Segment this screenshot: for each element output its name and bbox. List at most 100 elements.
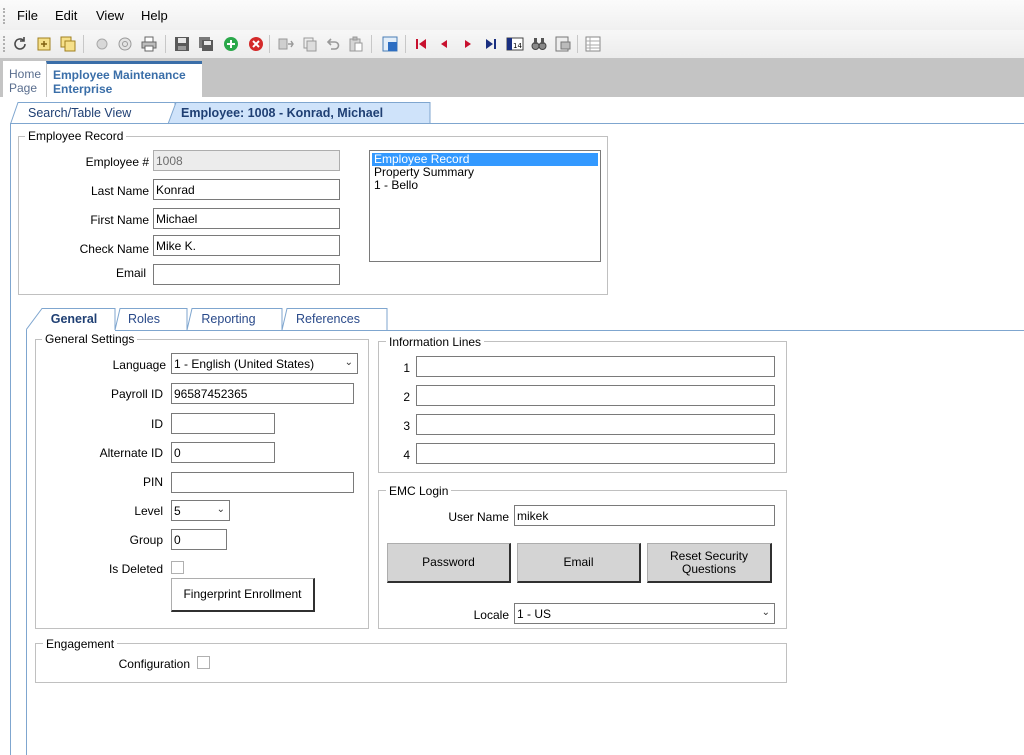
locale-label: Locale xyxy=(473,608,509,622)
duplicate-icon[interactable] xyxy=(300,34,320,54)
disabled-circle-icon[interactable] xyxy=(92,34,112,54)
group-label: Group xyxy=(129,533,163,547)
toolbar-separator xyxy=(371,35,372,53)
check-name-field[interactable] xyxy=(153,235,340,256)
save-all-icon[interactable] xyxy=(196,34,216,54)
add-icon[interactable] xyxy=(221,34,241,54)
print-icon[interactable] xyxy=(139,34,159,54)
last-name-field[interactable] xyxy=(153,179,340,200)
password-button[interactable]: Password xyxy=(387,543,511,583)
first-name-label: First Name xyxy=(90,213,149,227)
goto-record-icon[interactable]: 14 xyxy=(505,34,525,54)
toolbar-grip xyxy=(3,36,6,52)
svg-text:14: 14 xyxy=(513,42,522,50)
payroll-id-field[interactable] xyxy=(171,383,354,404)
last-record-icon[interactable] xyxy=(481,34,501,54)
tab-employee-maintenance[interactable]: Employee Maintenance Enterprise xyxy=(46,61,202,97)
export-icon[interactable] xyxy=(553,34,573,54)
menu-grip xyxy=(3,8,6,24)
check-name-label: Check Name xyxy=(79,242,149,256)
reset-button-line1: Reset Security xyxy=(669,548,749,563)
email-field[interactable] xyxy=(153,264,340,285)
info-line-3-field[interactable] xyxy=(416,414,775,435)
info-line-4-field[interactable] xyxy=(416,443,775,464)
first-name-field[interactable] xyxy=(153,208,340,229)
pin-field[interactable] xyxy=(171,472,354,493)
copy-record-icon[interactable] xyxy=(58,34,78,54)
paste-icon[interactable] xyxy=(346,34,366,54)
grid-icon[interactable] xyxy=(380,34,400,54)
record-sections-list[interactable]: Employee Record Property Summary 1 - Bel… xyxy=(369,150,601,262)
list-item-property[interactable]: 1 - Bello xyxy=(372,179,598,192)
move-icon[interactable] xyxy=(276,34,296,54)
level-select[interactable]: 5 ⌄ xyxy=(171,500,230,521)
info-line-3-label: 3 xyxy=(403,419,410,433)
information-lines-title: Information Lines xyxy=(386,335,485,349)
menu-help[interactable]: Help xyxy=(141,8,168,23)
employee-number-label: Employee # xyxy=(85,155,149,169)
is-deleted-checkbox[interactable] xyxy=(171,561,184,574)
configuration-label: Configuration xyxy=(118,657,190,671)
language-label: Language xyxy=(112,358,166,372)
toolbar-separator xyxy=(577,35,578,53)
toolbar-separator xyxy=(405,35,406,53)
chevron-down-icon: ⌄ xyxy=(344,357,353,368)
tab-general[interactable]: General xyxy=(41,309,107,330)
search-icon[interactable] xyxy=(115,34,135,54)
user-name-label: User Name xyxy=(448,510,509,524)
tab-home-page[interactable]: Home Page xyxy=(3,61,46,97)
menu-edit[interactable]: Edit xyxy=(55,8,77,23)
tab-references[interactable]: References xyxy=(287,309,369,330)
first-record-icon[interactable] xyxy=(411,34,431,54)
group-field[interactable] xyxy=(171,529,227,550)
language-select[interactable]: 1 - English (United States) ⌄ xyxy=(171,353,358,374)
employee-record-title: Employee Record xyxy=(25,129,127,143)
menu-file[interactable]: File xyxy=(17,8,38,23)
id-field[interactable] xyxy=(171,413,275,434)
tab-employee-record[interactable]: Employee: 1008 - Konrad, Michael xyxy=(181,103,431,125)
undo-icon[interactable] xyxy=(323,34,343,54)
engagement-title: Engagement xyxy=(43,637,118,651)
chevron-down-icon: ⌄ xyxy=(216,504,225,515)
new-icon[interactable] xyxy=(34,34,54,54)
employee-tab-line2: Enterprise xyxy=(53,82,113,96)
delete-icon[interactable] xyxy=(246,34,266,54)
user-name-field[interactable] xyxy=(514,505,775,526)
save-icon[interactable] xyxy=(172,34,192,54)
email-button[interactable]: Email xyxy=(517,543,641,583)
toolbar-separator xyxy=(269,35,270,53)
alternate-id-field[interactable] xyxy=(171,442,275,463)
email-label: Email xyxy=(115,266,146,280)
is-deleted-label: Is Deleted xyxy=(108,562,163,576)
menu-bar: File Edit View Help xyxy=(0,0,1024,30)
payroll-id-label: Payroll ID xyxy=(110,387,163,401)
employee-number-field xyxy=(153,150,340,171)
list-view-icon[interactable] xyxy=(583,34,603,54)
tab-reporting[interactable]: Reporting xyxy=(192,309,265,330)
alternate-id-label: Alternate ID xyxy=(99,446,163,460)
tab-roles[interactable]: Roles xyxy=(118,309,170,330)
find-icon[interactable] xyxy=(529,34,549,54)
toolbar: 14 xyxy=(0,30,1024,58)
toolbar-separator xyxy=(165,35,166,53)
reset-security-questions-button[interactable]: Reset Security Questions xyxy=(647,543,772,583)
toolbar-separator xyxy=(83,35,84,53)
tab-page-border xyxy=(10,123,11,755)
locale-select[interactable]: 1 - US ⌄ xyxy=(514,603,775,624)
refresh-icon[interactable] xyxy=(10,34,30,54)
info-line-2-field[interactable] xyxy=(416,385,775,406)
emc-login-title: EMC Login xyxy=(386,484,452,498)
info-line-1-field[interactable] xyxy=(416,356,775,377)
next-record-icon[interactable] xyxy=(458,34,478,54)
tab-search-table-view[interactable]: Search/Table View xyxy=(28,103,168,125)
id-label: ID xyxy=(151,417,163,431)
module-tab-strip: Home Page Employee Maintenance Enterpris… xyxy=(0,58,1024,97)
level-label: Level xyxy=(134,504,163,518)
fingerprint-enrollment-button[interactable]: Fingerprint Enrollment xyxy=(171,578,315,612)
menu-view[interactable]: View xyxy=(96,8,124,23)
previous-record-icon[interactable] xyxy=(434,34,454,54)
last-name-label: Last Name xyxy=(90,184,149,198)
info-line-4-label: 4 xyxy=(403,448,410,462)
home-tab-line1: Home xyxy=(9,67,42,81)
configuration-checkbox[interactable] xyxy=(197,656,210,669)
